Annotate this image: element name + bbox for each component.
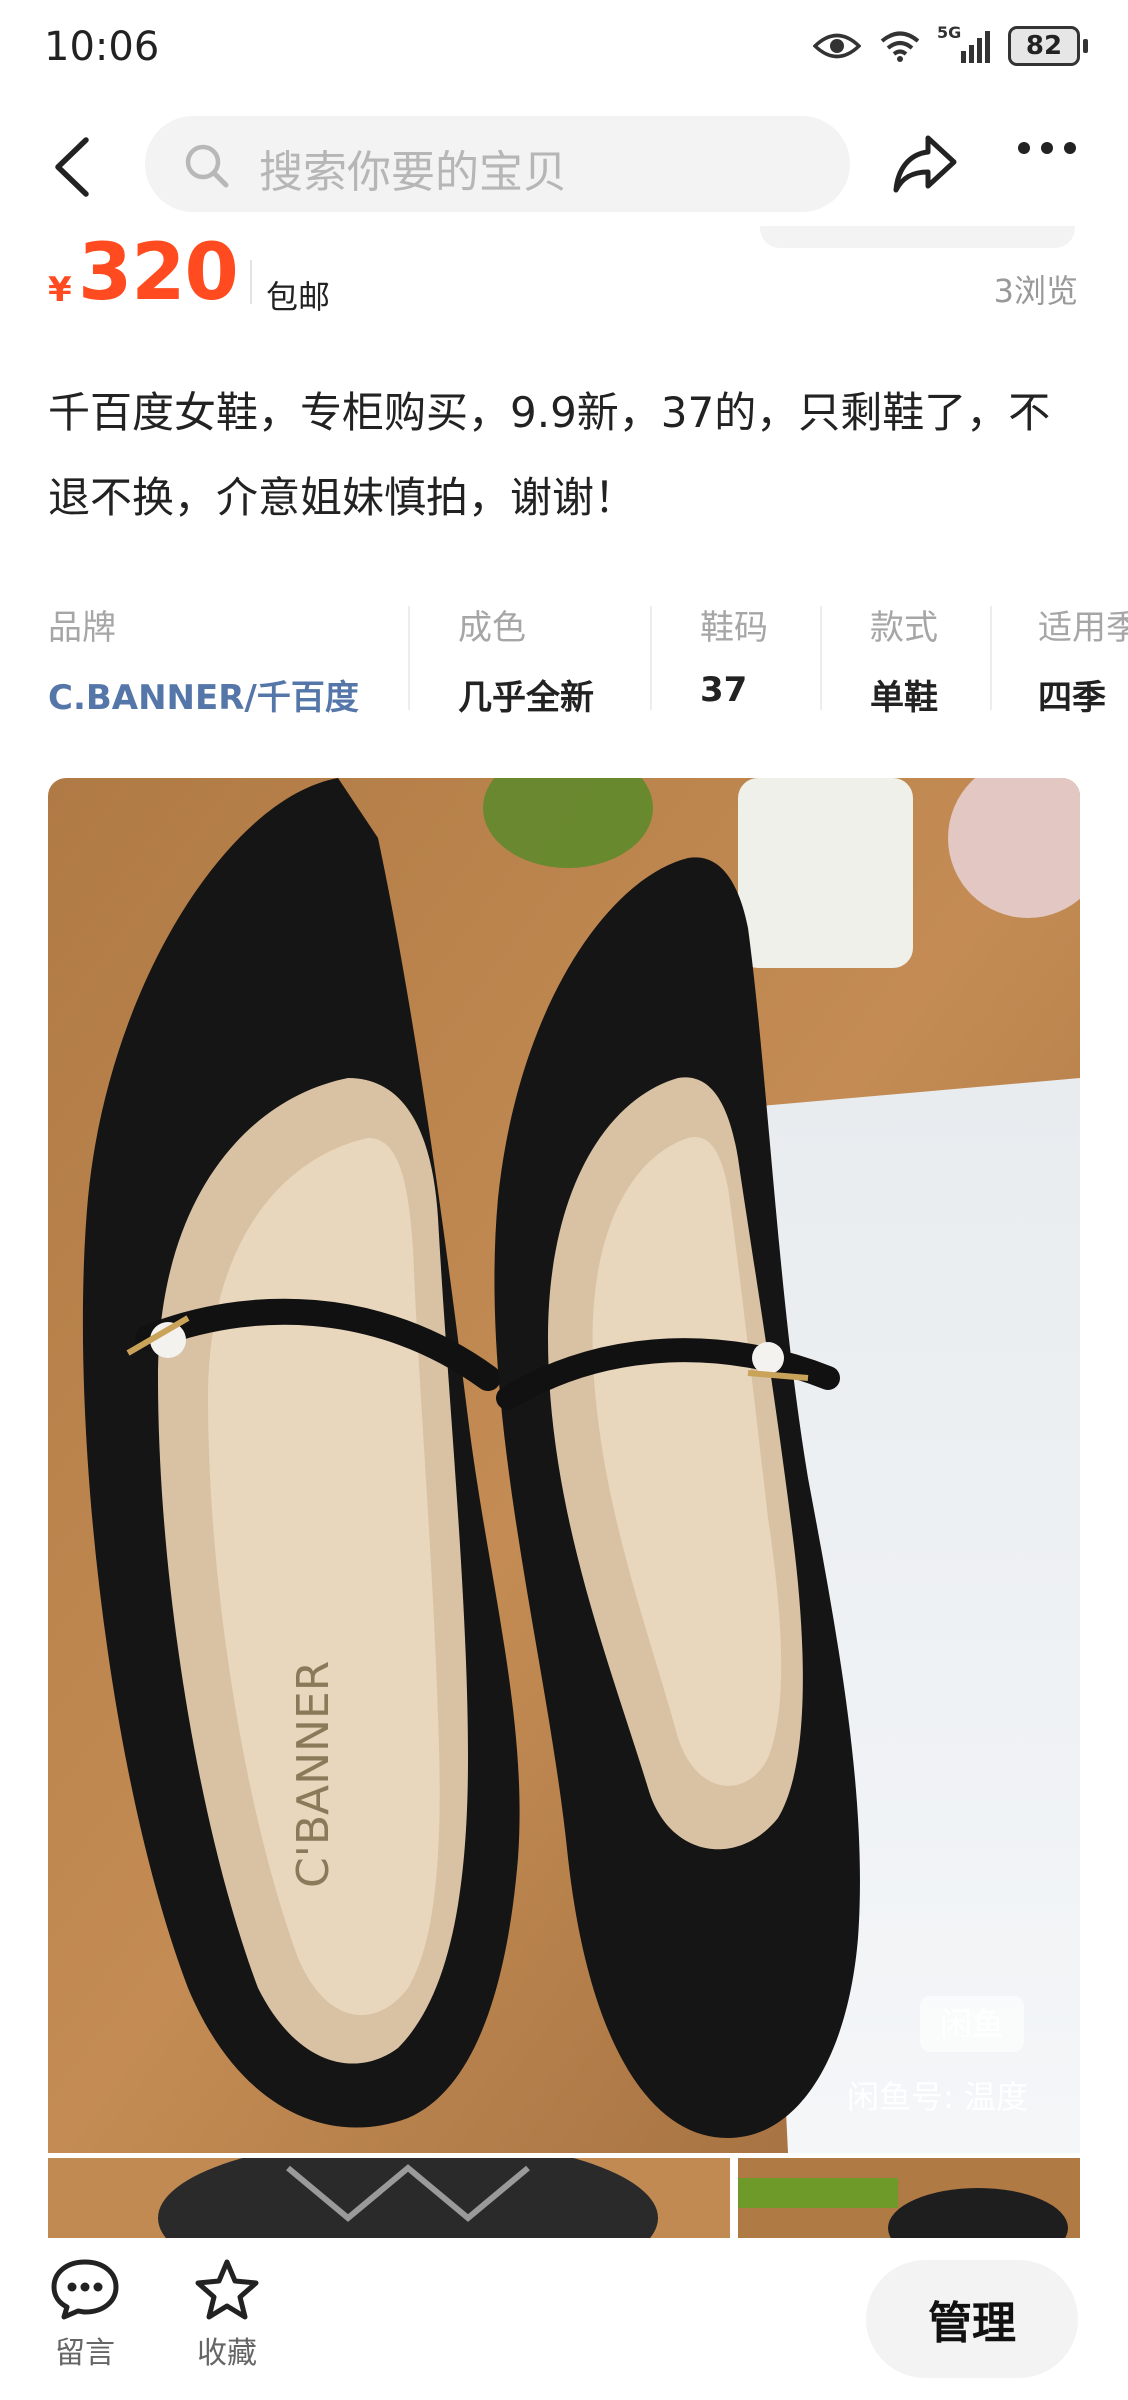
- divider: [408, 606, 410, 710]
- attribute-label: 品牌: [48, 608, 116, 648]
- status-bar: 10:06 5G 82: [0, 0, 1128, 100]
- back-button[interactable]: [44, 132, 104, 202]
- more-button[interactable]: [1016, 136, 1078, 164]
- top-nav: 搜索你要的宝贝: [0, 110, 1128, 220]
- watermark-logo: 闲鱼: [940, 2005, 1004, 2043]
- favorite-label: 收藏: [197, 2336, 257, 2371]
- search-input[interactable]: 搜索你要的宝贝: [145, 116, 850, 212]
- attribute-value: 单鞋: [870, 678, 938, 718]
- attribute-label: 成色: [458, 608, 526, 648]
- battery-icon: 82: [1008, 26, 1080, 66]
- price: 320: [78, 228, 239, 318]
- attribute-label: 款式: [870, 608, 938, 648]
- divider: [820, 606, 822, 710]
- more-icon: [1018, 142, 1076, 154]
- attribute-label: 鞋码: [700, 608, 768, 648]
- star-icon: [195, 2259, 259, 2320]
- price-row: ¥ 320 包邮 3浏览: [0, 228, 1128, 330]
- attribute-label: 适用季: [1038, 608, 1128, 648]
- manage-button[interactable]: 管理: [866, 2260, 1078, 2378]
- bottom-action-bar: 留言 收藏 管理: [0, 2238, 1128, 2400]
- attribute-value: 几乎全新: [458, 678, 594, 718]
- price-divider: [250, 260, 252, 304]
- shipping-label: 包邮: [266, 278, 331, 316]
- divider: [650, 606, 652, 710]
- thumbnail-1[interactable]: [48, 2158, 730, 2238]
- shoe-illustration: C'BANNER 闲鱼 闲鱼号: 温度: [48, 778, 1080, 2153]
- eye-icon: [813, 33, 861, 59]
- search-icon: [185, 144, 229, 188]
- comment-label: 留言: [55, 2336, 115, 2371]
- divider: [990, 606, 992, 710]
- favorite-button[interactable]: 收藏: [182, 2258, 272, 2372]
- chevron-left-icon: [55, 137, 89, 197]
- network-type: 5G: [937, 23, 962, 42]
- signal-icon: 5G: [937, 23, 990, 63]
- insole-brand-text: C'BANNER: [288, 1661, 339, 1888]
- status-time: 10:06: [44, 24, 160, 70]
- item-description: 千百度女鞋，专柜购买，9.9新，37的，只剩鞋了，不退不换，介意姐妹慎拍，谢谢！: [48, 388, 1051, 522]
- thumbnail-2[interactable]: [738, 2158, 1080, 2238]
- currency-symbol: ¥: [48, 270, 72, 310]
- comment-button[interactable]: 留言: [40, 2258, 130, 2372]
- attribute-value: 四季: [1038, 678, 1106, 718]
- attribute-strip[interactable]: 品牌 C.BANNER/千百度 成色 几乎全新 鞋码 37 款式 单鞋 适用季 …: [0, 580, 1128, 730]
- wifi-icon: [880, 31, 920, 62]
- attribute-value: 37: [700, 670, 748, 710]
- product-photo[interactable]: C'BANNER 闲鱼 闲鱼号: 温度: [48, 778, 1080, 2153]
- watermark-text: 闲鱼号: 温度: [847, 2078, 1028, 2116]
- thumbnail-strip[interactable]: [48, 2158, 1080, 2238]
- status-icons: 5G 82: [813, 23, 1088, 66]
- share-button[interactable]: [892, 130, 958, 200]
- brand-link[interactable]: C.BANNER/千百度: [48, 670, 359, 719]
- view-count: 3浏览: [993, 272, 1078, 310]
- comment-icon: [51, 2259, 119, 2320]
- search-placeholder: 搜索你要的宝贝: [259, 147, 567, 198]
- share-icon: [893, 135, 957, 193]
